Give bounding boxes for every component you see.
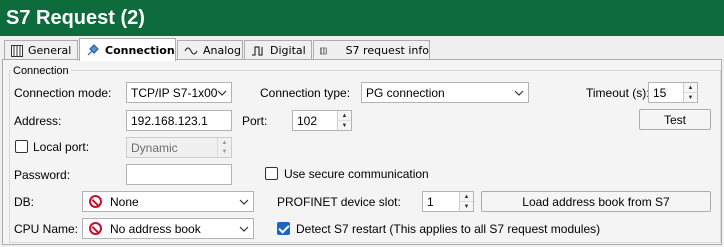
port-label: Port: [242, 114, 268, 128]
detect-restart-checkbox[interactable] [277, 222, 290, 235]
db-value: None [110, 194, 139, 209]
group-label: Connection [11, 65, 71, 77]
test-button[interactable]: Test [639, 109, 711, 130]
spin-down-icon[interactable]: ▼ [338, 121, 351, 130]
tab-strip: General Connection Analog Digital S7 req… [0, 38, 724, 61]
timeout-value: 15 [653, 85, 667, 100]
profinet-slot-spinner[interactable]: 1 ▲ ▼ [422, 191, 474, 212]
chevron-down-icon [239, 226, 249, 232]
profinet-slot-value: 1 [427, 194, 434, 209]
pulse-icon [252, 45, 263, 56]
secure-communication-label: Use secure communication [284, 167, 429, 181]
spin-up-icon[interactable]: ▲ [338, 111, 351, 121]
spinner-buttons[interactable]: ▲ ▼ [683, 83, 697, 102]
address-label: Address: [14, 114, 62, 128]
grid-icon [11, 44, 23, 57]
connection-mode-label: Connection mode: [14, 86, 112, 100]
address-value: 192.168.123.1 [131, 113, 208, 128]
spinner-buttons: ▲ ▼ [217, 138, 231, 157]
spin-up-icon: ▲ [221, 139, 228, 146]
address-input[interactable]: 192.168.123.1 [126, 110, 232, 131]
cpu-name-select[interactable]: No address book [82, 218, 254, 239]
spinner-buttons[interactable]: ▲ ▼ [459, 192, 473, 211]
connection-mode-value: TCP/IP S7-1x00 [131, 85, 218, 100]
chevron-down-icon [239, 199, 249, 205]
cpu-name-label: CPU Name: [14, 222, 79, 236]
local-port-label: Local port: [33, 140, 90, 154]
password-input[interactable] [126, 164, 232, 185]
no-symbol-icon [89, 222, 102, 235]
tab-label: Analog [203, 44, 242, 57]
spin-down-icon: ▼ [221, 149, 228, 156]
spin-down-icon[interactable]: ▼ [460, 202, 473, 211]
connection-mode-select[interactable]: TCP/IP S7-1x00 [126, 82, 232, 103]
tab-s7-request-info[interactable]: S7 request info [313, 40, 430, 60]
spinner-buttons[interactable]: ▲ ▼ [337, 111, 351, 130]
profinet-slot-label: PROFINET device slot: [277, 195, 401, 209]
wave-icon [184, 46, 198, 55]
tab-general[interactable]: General [4, 40, 78, 60]
port-spinner[interactable]: 102 ▲ ▼ [292, 110, 352, 131]
db-select[interactable]: None [82, 191, 254, 212]
chevron-down-icon [217, 90, 227, 96]
window-title: S7 Request (2) [0, 0, 724, 36]
plug-icon [87, 44, 99, 56]
cpu-name-value: No address book [110, 221, 201, 236]
tab-analog[interactable]: Analog [177, 40, 243, 60]
tab-label: Digital [270, 44, 306, 57]
port-value: 102 [297, 113, 318, 128]
timeout-label: Timeout (s): [586, 86, 650, 100]
connection-type-select[interactable]: PG connection [361, 82, 529, 103]
tab-connection[interactable]: Connection [79, 38, 176, 61]
load-address-book-button[interactable]: Load address book from S7 [481, 191, 711, 212]
timeout-spinner[interactable]: 15 ▲ ▼ [648, 82, 698, 103]
tab-digital[interactable]: Digital [244, 40, 312, 60]
grid-icon [320, 47, 327, 54]
password-label: Password: [14, 168, 71, 182]
spin-up-icon[interactable]: ▲ [684, 83, 697, 93]
local-port-checkbox[interactable] [15, 140, 28, 153]
db-label: DB: [14, 195, 35, 209]
spin-up-icon[interactable]: ▲ [460, 192, 473, 202]
local-port-value: Dynamic [131, 140, 178, 155]
spin-down-icon[interactable]: ▼ [684, 93, 697, 102]
connection-type-value: PG connection [366, 85, 445, 100]
tab-label: Connection [105, 43, 175, 57]
tab-label: General [28, 44, 72, 57]
secure-communication-checkbox[interactable] [265, 167, 278, 180]
local-port-select: Dynamic ▲ ▼ [126, 137, 232, 158]
detect-restart-label: Detect S7 restart (This applies to all S… [296, 222, 601, 236]
tab-label: S7 request info [345, 44, 429, 57]
no-symbol-icon [89, 195, 102, 208]
chevron-down-icon [514, 90, 524, 96]
connection-type-label: Connection type: [260, 86, 351, 100]
